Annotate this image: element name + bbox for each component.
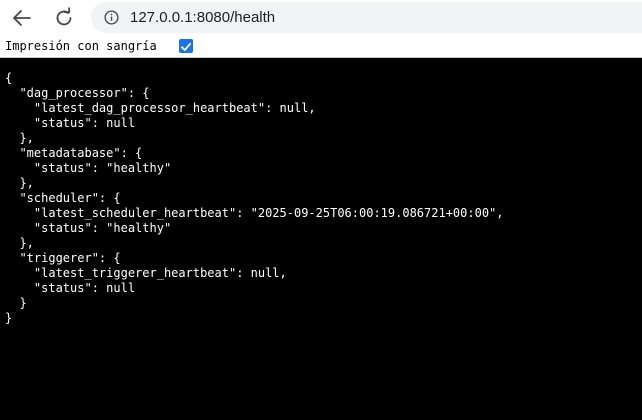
pretty-print-bar: Impresión con sangría [0, 35, 642, 58]
json-line: }, [5, 131, 34, 145]
json-line: "dag_processor": { [5, 86, 150, 100]
json-line: "latest_dag_processor_heartbeat": null, [5, 101, 316, 115]
reload-button[interactable] [49, 3, 79, 33]
reload-icon [56, 7, 72, 26]
json-line: "metadatabase": { [5, 146, 143, 160]
pretty-print-label: Impresión con sangría [5, 39, 157, 53]
json-line: "status": "healthy" [5, 221, 172, 235]
json-line: }, [5, 236, 34, 250]
back-button[interactable] [7, 3, 37, 33]
pretty-print-checkbox[interactable] [179, 39, 193, 53]
json-line: "latest_triggerer_heartbeat": null, [5, 266, 287, 280]
back-arrow-icon [13, 10, 31, 26]
site-info-icon[interactable] [104, 10, 119, 25]
json-line: "status": "healthy" [5, 161, 172, 175]
url-text[interactable]: 127.0.0.1:8080/health [130, 9, 275, 26]
json-line: "triggerer": { [5, 251, 121, 265]
json-line: "status": null [5, 281, 136, 295]
json-line: "status": null [5, 116, 136, 130]
checkmark-icon [181, 42, 192, 51]
json-line: "latest_scheduler_heartbeat": "2025-09-2… [5, 206, 504, 220]
json-line: }, [5, 176, 34, 190]
json-line: } [5, 311, 13, 325]
json-content: { "dag_processor": { "latest_dag_process… [5, 71, 504, 326]
json-line: "scheduler": { [5, 191, 121, 205]
browser-toolbar: 127.0.0.1:8080/health [0, 0, 642, 35]
json-line: } [5, 296, 27, 310]
address-bar[interactable]: 127.0.0.1:8080/health [91, 2, 642, 33]
json-line: { [5, 71, 13, 85]
